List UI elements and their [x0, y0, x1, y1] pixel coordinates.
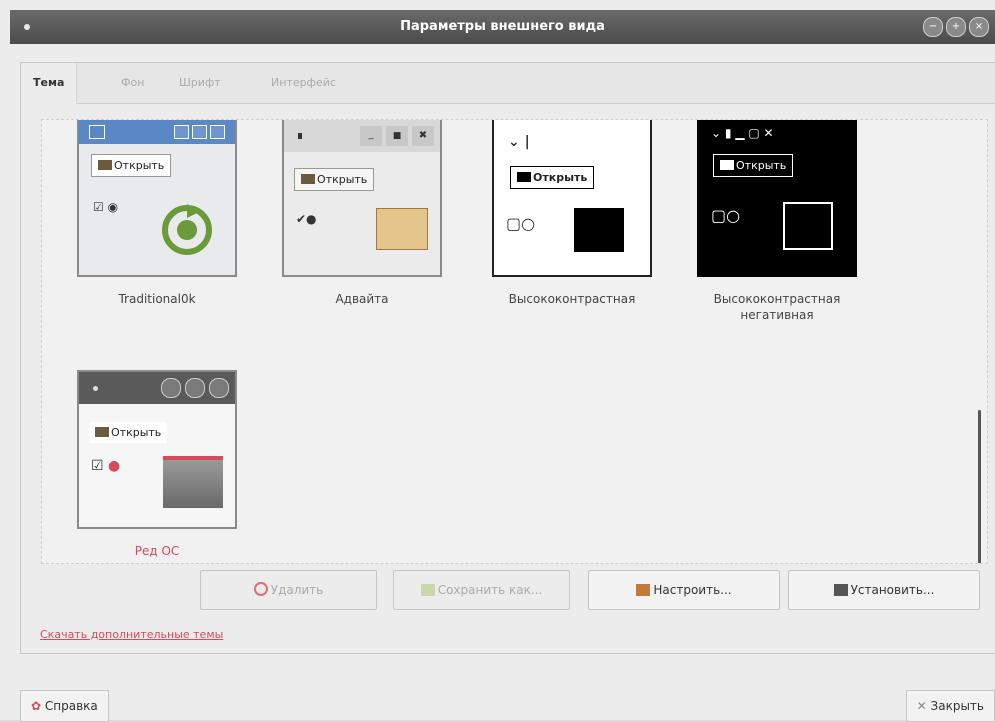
folder-icon — [163, 456, 223, 508]
preview-checkbox-radio: ▢○ — [711, 206, 741, 225]
title-bar[interactable]: Параметры внешнего вида − + × — [10, 10, 995, 44]
theme-name: Ред ОС — [134, 544, 180, 558]
preview-open-button: Открыть — [89, 422, 168, 443]
tab-background[interactable]: Фон — [109, 63, 156, 103]
preview-open-button: Открыть — [294, 168, 375, 191]
theme-gallery[interactable]: Открыть ☑ ◉ Traditional0k _ ■ ✖ Открыть … — [41, 119, 988, 564]
preview-titlebar — [79, 120, 235, 144]
help-button[interactable]: ✿ Справка — [20, 690, 109, 722]
theme-preview: ⌄ | Открыть ▢○ — [492, 120, 652, 277]
window-title: Параметры внешнего вида — [400, 19, 605, 34]
theme-preview: ⌄ ▮ ▁ ▢ ✕ Открыть ▢○ — [697, 120, 857, 277]
delete-icon — [253, 582, 268, 596]
preview-titlebar: _ ■ ✖ — [284, 120, 440, 152]
install-icon — [833, 584, 848, 596]
folder-icon — [574, 208, 624, 252]
preview-checkbox-radio: ☑ ● — [91, 458, 121, 474]
folder-icon — [720, 160, 734, 170]
preview-open-button: Открыть — [510, 166, 595, 189]
close-icon: ✕ — [916, 699, 927, 713]
theme-name: Высококонтрастная негативная — [713, 292, 841, 322]
folder-icon — [98, 160, 112, 170]
install-button[interactable]: Установить... — [788, 570, 980, 610]
theme-preview: _ ■ ✖ Открыть ✔● — [282, 120, 442, 277]
theme-name: Адвайта — [335, 292, 389, 306]
preview-titlebar — [79, 372, 235, 404]
close-window-button[interactable]: × — [969, 17, 989, 37]
appearance-window: Параметры внешнего вида − + × Тема Фон Ш… — [0, 0, 995, 722]
theme-name: Traditional0k — [118, 292, 196, 306]
preview-open-button: Открыть — [713, 154, 794, 177]
theme-preview: Открыть ☑ ◉ — [77, 120, 237, 277]
reload-icon — [162, 204, 212, 255]
preview-checkbox-radio: ☑ ◉ — [93, 200, 119, 214]
close-button[interactable]: ✕ Закрыть — [905, 690, 995, 722]
theme-item-high-contrast[interactable]: ⌄ | Открыть ▢○ Высококонтрастная — [487, 120, 657, 307]
settings-notebook: Тема Фон Шрифт Интерфейс Открыть ☑ ◉ Tra… — [20, 62, 995, 654]
theme-preview: Открыть ☑ ● — [77, 370, 237, 529]
tab-interface[interactable]: Интерфейс — [259, 63, 348, 103]
folder-icon — [517, 172, 531, 182]
preview-checkbox-radio: ▢○ — [506, 214, 536, 233]
delete-button[interactable]: Удалить — [200, 570, 377, 610]
folder-icon — [301, 174, 315, 184]
help-icon: ✿ — [31, 699, 42, 713]
preview-open-button: Открыть — [91, 154, 172, 177]
theme-item-adwaita[interactable]: _ ■ ✖ Открыть ✔● Адвайта — [277, 120, 447, 307]
minimize-button[interactable]: − — [923, 17, 943, 37]
save-as-button[interactable]: Сохранить как... — [393, 570, 570, 610]
theme-item-high-contrast-inverse[interactable]: ⌄ ▮ ▁ ▢ ✕ Открыть ▢○ Высококонтрастная н… — [692, 120, 862, 323]
preview-titlebar: ⌄ ▮ ▁ ▢ ✕ — [711, 126, 774, 140]
theme-name: Высококонтрастная — [508, 292, 636, 306]
save-icon — [420, 584, 435, 596]
vertical-scrollbar[interactable] — [978, 410, 981, 563]
preview-checkbox-radio: ✔● — [296, 212, 317, 226]
theme-item-traditional[interactable]: Открыть ☑ ◉ Traditional0k — [72, 120, 242, 307]
tab-font[interactable]: Шрифт — [167, 63, 233, 103]
tab-theme[interactable]: Тема — [21, 63, 78, 104]
folder-icon — [376, 208, 428, 250]
maximize-button[interactable]: + — [946, 17, 966, 37]
folder-icon — [95, 427, 109, 437]
chevron-down-icon: ⌄ | — [508, 134, 530, 150]
window-controls: − + × — [923, 17, 989, 37]
configure-button[interactable]: Настроить... — [588, 570, 780, 610]
folder-icon — [783, 202, 833, 250]
download-themes-link[interactable]: Скачать дополнительные темы — [40, 628, 223, 641]
tab-bar: Тема Фон Шрифт Интерфейс — [21, 63, 995, 104]
theme-item-red-os[interactable]: Открыть ☑ ● Ред ОС — [72, 370, 242, 559]
edit-icon — [636, 584, 651, 596]
